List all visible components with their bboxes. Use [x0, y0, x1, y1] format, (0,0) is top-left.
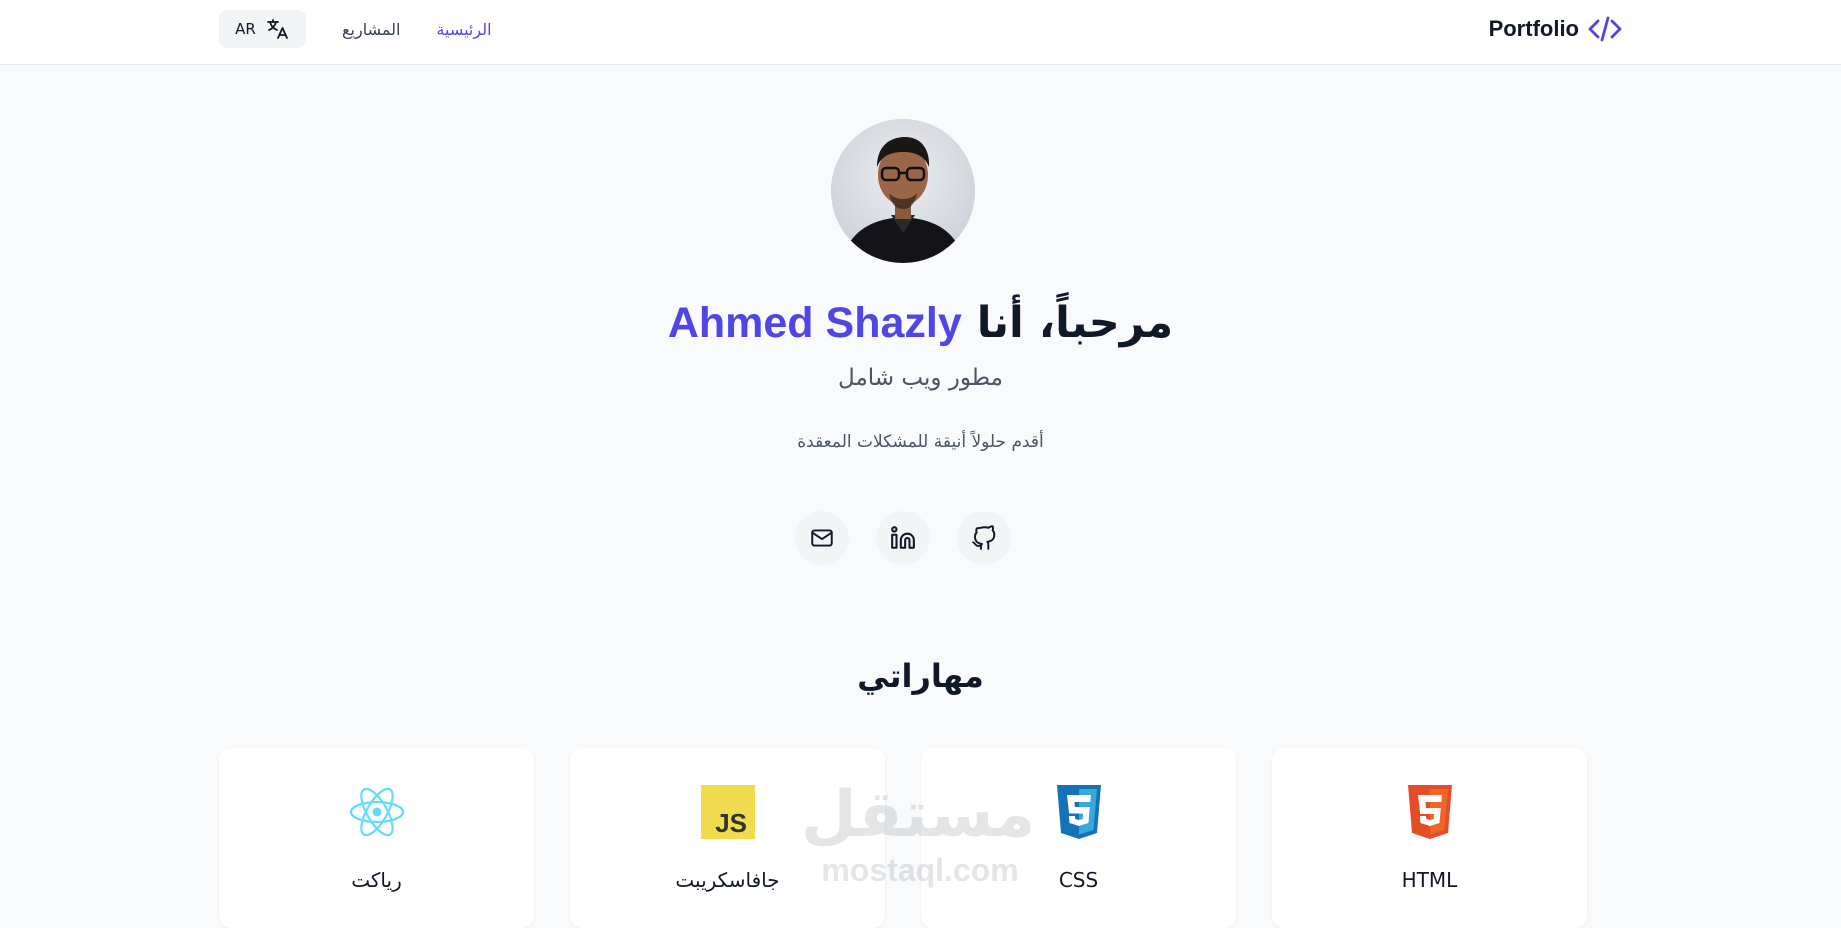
mail-icon [811, 529, 833, 547]
language-toggle-button[interactable]: AR [219, 10, 306, 48]
nav-link-projects[interactable]: المشاريع [342, 20, 400, 39]
skill-label: HTML [1401, 868, 1458, 892]
linkedin-icon [891, 526, 915, 549]
code-icon [1588, 16, 1622, 42]
skill-label: CSS [1058, 868, 1099, 892]
brand-logo[interactable]: Portfolio [1489, 14, 1623, 44]
hero-subtitle: مطور ويب شامل [838, 365, 1003, 391]
javascript-icon: JS [700, 784, 756, 840]
skill-card-css: CSS [921, 748, 1236, 928]
html5-icon [1402, 784, 1458, 840]
social-links [795, 511, 1011, 565]
avatar [831, 119, 975, 263]
navbar: Portfolio AR المشاريع الرئيسية [0, 0, 1841, 65]
translate-icon [266, 19, 288, 39]
skill-card-html: HTML [1272, 748, 1587, 928]
nav-link-home[interactable]: الرئيسية [436, 20, 491, 39]
skills-grid: HTML CSS JS جافاسكريبت رياكت [219, 748, 1587, 928]
hero-headline: مرحباً، أنا Ahmed Shazly [0, 298, 1841, 348]
hero-greeting: مرحباً، أنا [976, 298, 1174, 348]
linkedin-link[interactable] [876, 511, 930, 565]
brand-title: Portfolio [1488, 16, 1579, 41]
language-label: AR [235, 20, 256, 38]
skill-label: جافاسكريبت [675, 868, 780, 892]
hero-name: Ahmed Shazly [667, 299, 962, 347]
skill-label: رياكت [351, 868, 402, 892]
email-link[interactable] [795, 511, 849, 565]
github-link[interactable] [957, 511, 1011, 565]
hero-tagline: أقدم حلولاً أنيقة للمشكلات المعقدة [797, 432, 1044, 452]
nav-links: AR المشاريع الرئيسية [219, 10, 492, 48]
js-badge-text: JS [715, 808, 747, 838]
skills-title: مهاراتي [857, 657, 984, 695]
css3-icon [1051, 784, 1107, 840]
skill-card-react: رياكت [219, 748, 534, 928]
react-icon [349, 784, 405, 840]
profile-photo [831, 119, 975, 263]
skill-card-javascript: JS جافاسكريبت [570, 748, 885, 928]
github-icon [972, 525, 996, 550]
